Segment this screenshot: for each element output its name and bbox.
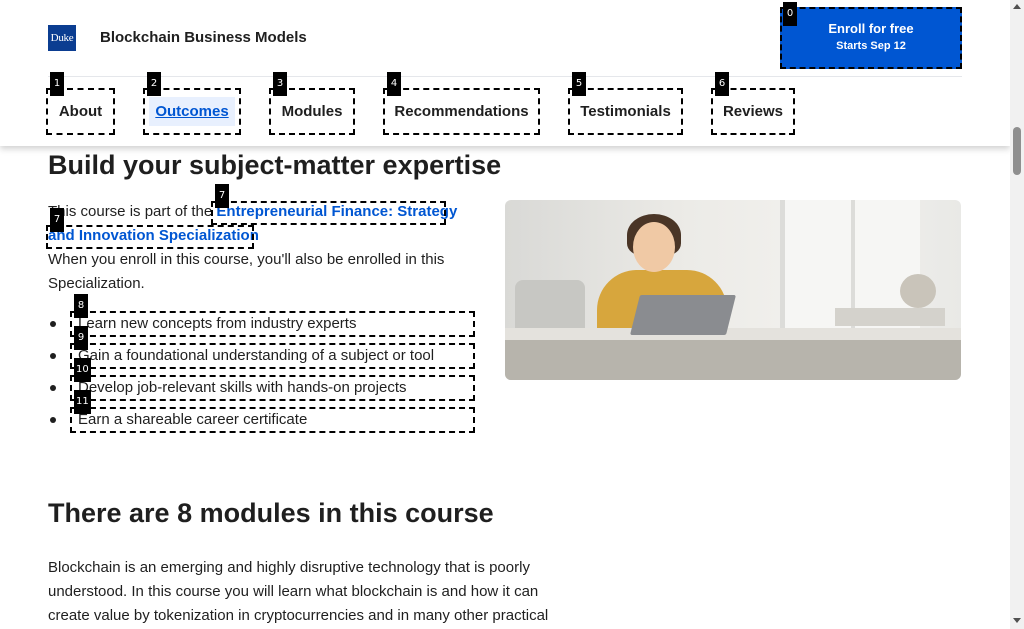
photo-table-top — [505, 328, 961, 340]
outcome-bullet[interactable]: Learn new concepts from industry experts — [70, 311, 475, 337]
photo-shelf — [835, 308, 945, 326]
modules-desc-line3: create value by tokenization in cryptocu… — [48, 607, 549, 624]
enroll-start-date: Starts Sep 12 — [836, 40, 906, 52]
specialization-link-box[interactable] — [211, 201, 446, 225]
tab-recommendations-label: Recommendations — [394, 103, 529, 120]
modules-desc-line2: understood. In this course you will lear… — [48, 583, 539, 600]
bullet-dot — [50, 353, 56, 359]
index-badge: 7 — [50, 208, 64, 232]
index-badge: 9 — [74, 326, 88, 350]
index-badge: 6 — [715, 72, 729, 96]
enroll-button[interactable]: Enroll for free Starts Sep 12 — [780, 7, 962, 69]
bullet-dot — [50, 385, 56, 391]
index-badge: 7 — [215, 184, 229, 208]
photo-table — [505, 340, 961, 380]
outcome-bullet[interactable]: Gain a foundational understanding of a s… — [70, 343, 475, 369]
scrollbar-thumb[interactable] — [1013, 127, 1021, 175]
outcomes-heading: Build your subject-matter expertise — [48, 150, 502, 180]
page-scrollbar[interactable] — [1010, 0, 1024, 629]
index-badge: 8 — [74, 294, 88, 318]
index-badge: 0 — [783, 2, 797, 26]
header-divider — [48, 76, 962, 77]
index-badge: 11 — [74, 390, 91, 414]
scroll-down-arrow-icon[interactable] — [1013, 618, 1021, 623]
modules-desc-line1: Blockchain is an emerging and highly dis… — [48, 559, 530, 576]
photo-plant — [900, 274, 936, 308]
sticky-header: Duke Blockchain Business Models Enroll f… — [0, 0, 1010, 146]
index-badge: 4 — [387, 72, 401, 96]
intro-prefix: This course is part of the — [48, 203, 217, 220]
index-badge: 1 — [50, 72, 64, 96]
scroll-up-arrow-icon[interactable] — [1013, 4, 1021, 9]
enroll-button-label: Enroll for free — [828, 21, 914, 36]
learner-photo — [505, 200, 961, 380]
tab-outcomes-label: Outcomes — [149, 97, 235, 126]
tab-reviews-label: Reviews — [722, 103, 784, 120]
photo-person-head — [633, 222, 675, 272]
enroll-note-line1: When you enroll in this course, you'll a… — [48, 251, 445, 268]
enroll-note-line2: Specialization. — [48, 275, 145, 292]
index-badge: 5 — [572, 72, 586, 96]
modules-heading: There are 8 modules in this course — [48, 498, 494, 528]
specialization-link-box[interactable] — [46, 225, 254, 249]
outcome-bullet[interactable]: Earn a shareable career certificate — [70, 407, 475, 433]
index-badge: 10 — [74, 358, 91, 382]
bullet-dot — [50, 417, 56, 423]
outcome-bullet[interactable]: Develop job-relevant skills with hands-o… — [70, 375, 475, 401]
tab-recommendations[interactable]: Recommendations — [383, 88, 540, 135]
tab-about-label: About — [58, 103, 103, 120]
tab-modules-label: Modules — [281, 103, 343, 120]
index-badge: 2 — [147, 72, 161, 96]
course-title: Blockchain Business Models — [100, 29, 307, 46]
duke-logo[interactable]: Duke — [48, 25, 76, 51]
bullet-dot — [50, 321, 56, 327]
index-badge: 3 — [273, 72, 287, 96]
tab-testimonials-label: Testimonials — [580, 103, 671, 120]
photo-laptop — [630, 295, 736, 335]
